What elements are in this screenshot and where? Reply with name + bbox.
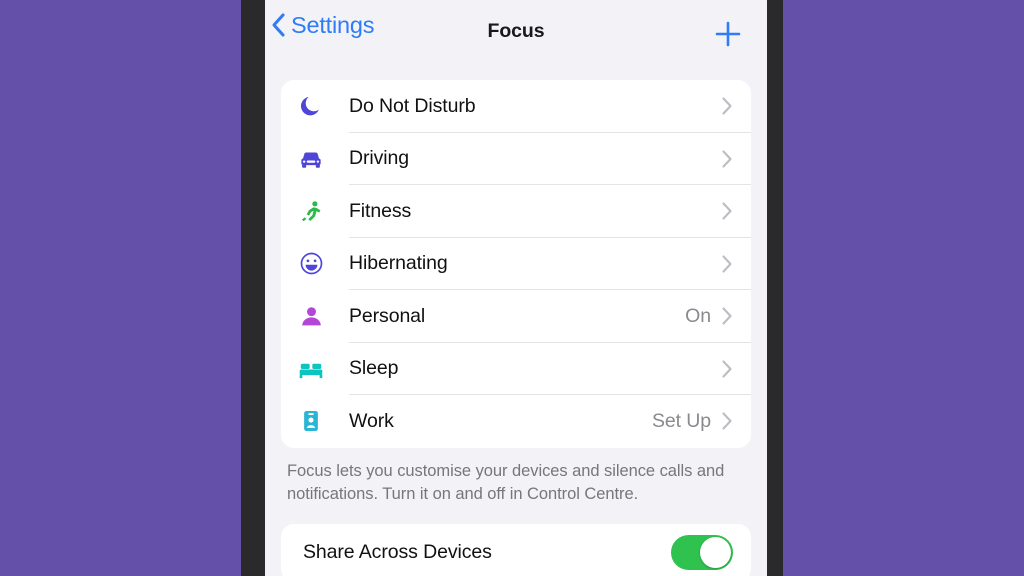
- chevron-right-icon: [722, 307, 732, 325]
- chevron-right-icon: [722, 360, 732, 378]
- focus-row-do-not-disturb[interactable]: Do Not Disturb: [281, 80, 751, 133]
- chevron-right-icon: [722, 255, 732, 273]
- share-across-devices-toggle[interactable]: [671, 535, 733, 570]
- chevron-right-icon: [722, 412, 732, 430]
- focus-row-sleep[interactable]: Sleep: [281, 343, 751, 395]
- chevron-right-icon: [722, 150, 732, 168]
- focus-value: Set Up: [651, 409, 711, 432]
- share-across-devices-row[interactable]: Share Across Devices: [281, 524, 751, 576]
- moon-icon: [295, 90, 327, 122]
- focus-row-fitness[interactable]: Fitness: [281, 185, 751, 238]
- focus-label: Fitness: [349, 199, 412, 222]
- focus-label: Personal: [349, 304, 426, 327]
- chevron-right-icon: [722, 97, 732, 115]
- focus-row-personal[interactable]: Personal On: [281, 290, 751, 343]
- focus-label: Sleep: [349, 357, 399, 380]
- focus-description-text: Focus lets you customise your devices an…: [287, 461, 725, 503]
- focus-row-hibernating[interactable]: Hibernating: [281, 238, 751, 290]
- focus-row-driving[interactable]: Driving: [281, 133, 751, 185]
- car-icon: [295, 143, 327, 175]
- toggle-knob: [700, 537, 731, 568]
- focus-row-work[interactable]: Work Set Up: [281, 395, 751, 448]
- focus-label: Driving: [349, 147, 409, 170]
- focus-list-card: Do Not Disturb Driving Fitness Hibernati…: [281, 80, 751, 448]
- chevron-right-icon: [722, 202, 732, 220]
- plus-icon[interactable]: [711, 17, 745, 51]
- running-icon: [295, 195, 327, 227]
- focus-label: Do Not Disturb: [349, 94, 476, 117]
- person-icon: [295, 300, 327, 332]
- smiley-icon: [295, 248, 327, 280]
- share-across-devices-label: Share Across Devices: [303, 541, 492, 563]
- focus-label: Hibernating: [349, 252, 448, 275]
- bed-icon: [295, 353, 327, 385]
- focus-label: Work: [349, 409, 394, 432]
- focus-value: On: [685, 304, 711, 327]
- navigation-bar: Settings Focus: [265, 0, 767, 66]
- page-title: Focus: [487, 20, 545, 42]
- badge-icon: [295, 405, 327, 437]
- phone-screen: Settings Focus Do Not Disturb Driving Fi…: [265, 0, 767, 576]
- share-across-devices-card: Share Across Devices: [281, 523, 751, 576]
- screenshot-stage: Settings Focus Do Not Disturb Driving Fi…: [0, 0, 1024, 576]
